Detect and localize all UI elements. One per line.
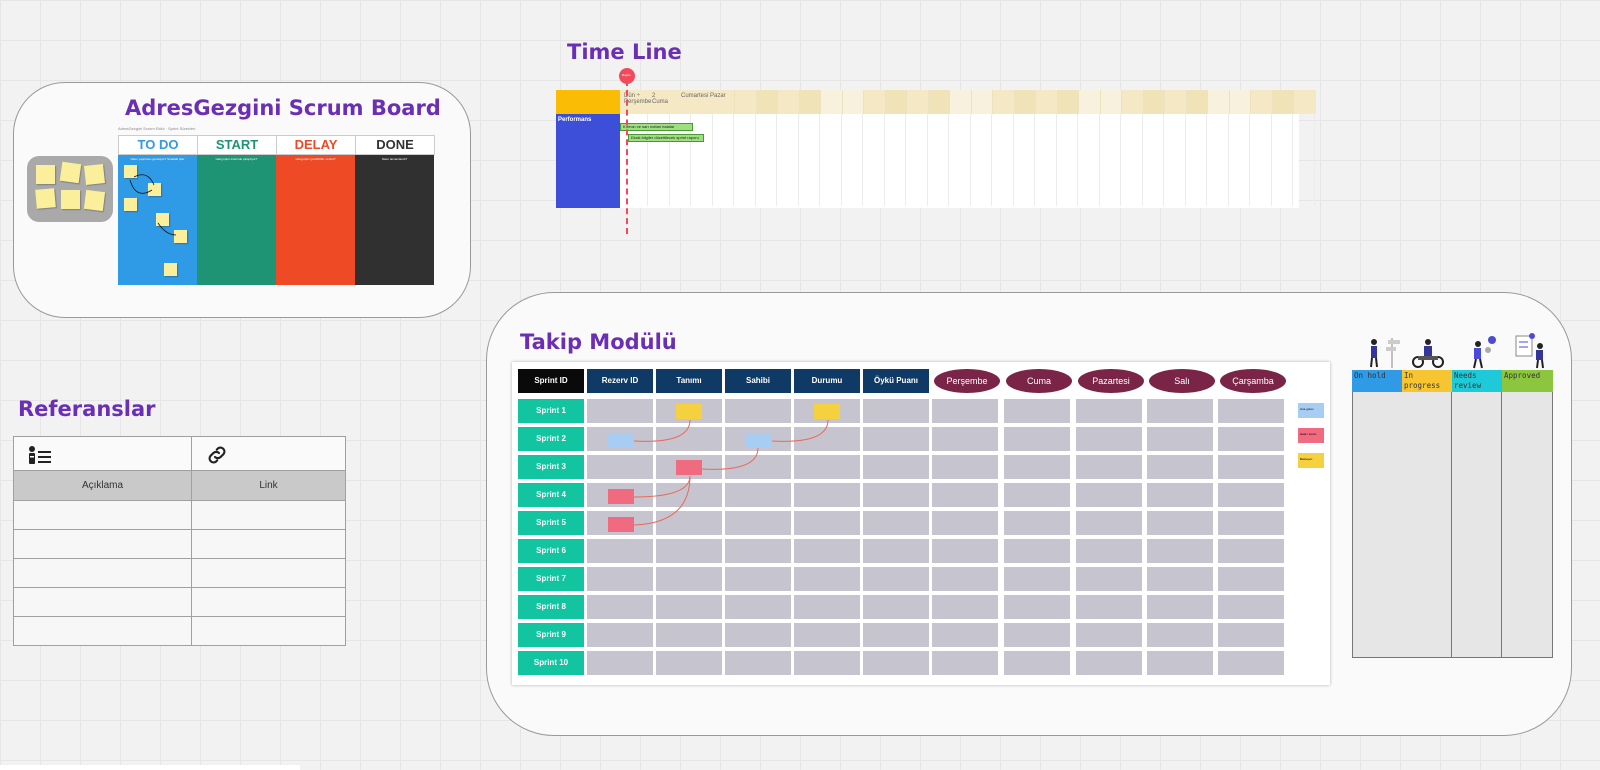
kanban-bottom-border bbox=[1352, 657, 1553, 658]
ref-table-cell[interactable] bbox=[13, 587, 192, 617]
legend-note[interactable]: Bekleyen bbox=[1298, 453, 1324, 468]
kanban-header-in-progress: In progress bbox=[1402, 370, 1452, 392]
person-celebrate-icon bbox=[1473, 336, 1496, 369]
ref-table-cell[interactable] bbox=[13, 529, 192, 559]
ref-table-cell[interactable] bbox=[13, 500, 192, 530]
ref-table-cell[interactable] bbox=[13, 558, 192, 588]
person-scooter-icon bbox=[1412, 339, 1444, 368]
legend-note-label: Ana görev bbox=[1300, 407, 1314, 411]
info-list-icon bbox=[29, 446, 51, 464]
kanban-column-approved[interactable] bbox=[1502, 392, 1553, 658]
ref-header-description: Açıklama bbox=[13, 470, 192, 501]
kanban-header-needs-review: Needs review bbox=[1452, 370, 1502, 392]
person-checklist-icon bbox=[1515, 333, 1544, 369]
person-signpost-icon bbox=[1370, 338, 1400, 368]
ref-table-cell[interactable] bbox=[191, 500, 346, 530]
legend-note-label: Bekleyen bbox=[1300, 457, 1313, 461]
ref-icon-cell bbox=[191, 436, 346, 471]
ref-header-link: Link bbox=[191, 470, 346, 501]
kanban-column-in-progress[interactable] bbox=[1402, 392, 1452, 657]
ref-table-cell[interactable] bbox=[191, 587, 346, 617]
kanban-header-on-hold: On hold bbox=[1352, 370, 1402, 392]
ref-icon-cell bbox=[13, 436, 192, 471]
kanban-column-needs-review[interactable] bbox=[1452, 392, 1502, 657]
canvas-bottom-strip bbox=[0, 765, 300, 770]
legend-note-label: Hata / sorun bbox=[1300, 432, 1317, 436]
referanslar-title: Referanslar bbox=[18, 397, 156, 421]
kanban-header-approved: Approved bbox=[1502, 370, 1553, 392]
ref-table-cell[interactable] bbox=[191, 529, 346, 559]
legend-note[interactable]: Hata / sorun bbox=[1298, 428, 1324, 443]
ref-table-cell[interactable] bbox=[13, 616, 192, 646]
ref-table-cell[interactable] bbox=[191, 558, 346, 588]
link-icon bbox=[208, 446, 226, 464]
legend-note[interactable]: Ana görev bbox=[1298, 403, 1324, 418]
kanban-column-on-hold[interactable] bbox=[1352, 392, 1403, 657]
ref-table-cell[interactable] bbox=[191, 616, 346, 646]
